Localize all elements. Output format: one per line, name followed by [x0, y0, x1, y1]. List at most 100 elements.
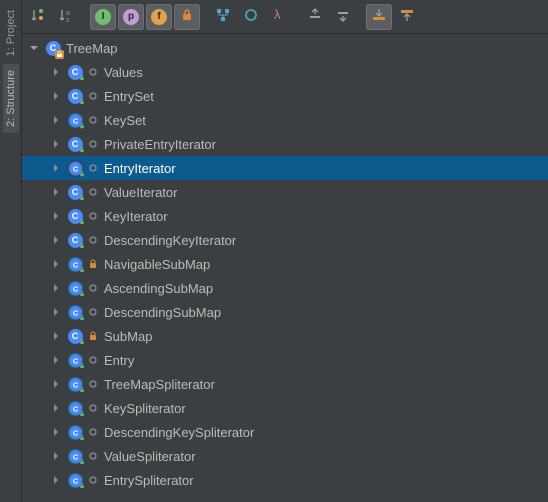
class-icon: C — [66, 63, 84, 81]
toolbar-show-properties[interactable]: p — [118, 4, 144, 30]
tree-node[interactable]: C EntryIterator — [22, 156, 548, 180]
tree-root[interactable]: CTreeMap — [22, 36, 548, 60]
expand-arrow-icon[interactable] — [48, 280, 64, 296]
tree-node[interactable]: C ValueIterator — [22, 180, 548, 204]
sidebar-tab-structure[interactable]: 2: Structure — [3, 64, 19, 133]
expand-arrow-icon[interactable] — [48, 112, 64, 128]
visibility-icon — [88, 379, 98, 389]
toolbar-expand-all[interactable] — [302, 4, 328, 30]
class-icon: C — [66, 303, 84, 321]
tree-node[interactable]: CKeySpliterator — [22, 396, 548, 420]
collapse-all-icon — [335, 7, 351, 26]
tree-node-label: ValueIterator — [104, 185, 177, 200]
svg-text:a: a — [66, 10, 70, 17]
visibility-icon — [88, 163, 98, 173]
tree-node[interactable]: CEntry — [22, 348, 548, 372]
show-properties-icon: p — [123, 9, 139, 25]
class-icon: C — [66, 183, 84, 201]
toolbar-show-inherited[interactable] — [210, 4, 236, 30]
visibility-icon — [88, 307, 98, 317]
tree-node[interactable]: CValueSpliterator — [22, 444, 548, 468]
tree-node-label: PrivateEntryIterator — [104, 137, 216, 152]
toolbar-show-anonymous[interactable] — [238, 4, 264, 30]
toolbar-show-interfaces[interactable]: I — [90, 4, 116, 30]
tree-node-label: Values — [104, 65, 143, 80]
class-icon: C — [66, 471, 84, 489]
expand-arrow-icon[interactable] — [48, 376, 64, 392]
visibility-icon — [88, 403, 98, 413]
show-lambda-icon: λ — [271, 7, 287, 26]
sort-alpha-icon: az — [59, 7, 75, 26]
svg-text:z: z — [66, 17, 70, 23]
tree-node[interactable]: CNavigableSubMap — [22, 252, 548, 276]
tree-node[interactable]: C DescendingKeySpliterator — [22, 420, 548, 444]
visibility-icon — [88, 355, 98, 365]
expand-arrow-icon[interactable] — [48, 184, 64, 200]
structure-tree[interactable]: CTreeMapCValuesCEntrySetCKeySetCPrivateE… — [22, 34, 548, 502]
tool-window-sidebar: 1: Project 2: Structure — [0, 0, 22, 502]
tree-node-label: EntryIterator — [104, 161, 176, 176]
class-icon: C — [66, 207, 84, 225]
visibility-icon — [88, 475, 98, 485]
toolbar-show-fields[interactable]: f — [146, 4, 172, 30]
visibility-icon — [88, 451, 98, 461]
class-icon: C — [66, 159, 84, 177]
toolbar-autoscroll-from[interactable] — [394, 4, 420, 30]
tree-node[interactable]: CAscendingSubMap — [22, 276, 548, 300]
structure-toolbar: az Ipf λ — [22, 0, 548, 34]
expand-arrow-icon[interactable] — [48, 400, 64, 416]
tree-node-label: KeySet — [104, 113, 146, 128]
class-icon: C — [66, 111, 84, 129]
class-icon: C — [66, 87, 84, 105]
tree-node[interactable]: C EntrySpliterator — [22, 468, 548, 492]
tree-node[interactable]: C KeySet — [22, 108, 548, 132]
expand-arrow-icon[interactable] — [26, 40, 42, 56]
expand-arrow-icon[interactable] — [48, 232, 64, 248]
class-icon: C — [66, 423, 84, 441]
visibility-icon — [88, 283, 98, 293]
svg-text:λ: λ — [274, 7, 281, 22]
visibility-icon — [88, 235, 98, 245]
tree-node[interactable]: CDescendingKeyIterator — [22, 228, 548, 252]
toolbar-collapse-all[interactable] — [330, 4, 356, 30]
tree-node[interactable]: C KeyIterator — [22, 204, 548, 228]
tree-node[interactable]: CPrivateEntryIterator — [22, 132, 548, 156]
expand-arrow-icon[interactable] — [48, 424, 64, 440]
expand-arrow-icon[interactable] — [48, 472, 64, 488]
autoscroll-source-icon — [371, 7, 387, 26]
tree-node-label: EntrySpliterator — [104, 473, 194, 488]
sidebar-tab-label: 1: Project — [5, 10, 17, 56]
expand-arrow-icon[interactable] — [48, 208, 64, 224]
tree-node[interactable]: CSubMap — [22, 324, 548, 348]
visibility-icon — [88, 91, 98, 101]
class-icon: C — [66, 351, 84, 369]
structure-panel: azIpfλ CTreeMapCValuesCEntrySetCKeySetCP… — [22, 0, 548, 502]
visibility-icon — [88, 115, 98, 125]
toolbar-show-locks[interactable] — [174, 4, 200, 30]
show-inherited-icon — [215, 7, 231, 26]
expand-arrow-icon[interactable] — [48, 448, 64, 464]
tree-node-label: KeyIterator — [104, 209, 168, 224]
toolbar-autoscroll-source[interactable] — [366, 4, 392, 30]
sidebar-tab-project[interactable]: 1: Project — [3, 4, 19, 62]
expand-arrow-icon[interactable] — [48, 88, 64, 104]
tree-node[interactable]: CTreeMapSpliterator — [22, 372, 548, 396]
visibility-icon — [88, 67, 98, 77]
tree-node-label: DescendingKeySpliterator — [104, 425, 254, 440]
expand-arrow-icon[interactable] — [48, 64, 64, 80]
expand-arrow-icon[interactable] — [48, 136, 64, 152]
toolbar-sort-visibility[interactable] — [26, 4, 52, 30]
expand-arrow-icon[interactable] — [48, 256, 64, 272]
lock-icon — [88, 259, 98, 269]
class-icon: C — [66, 255, 84, 273]
toolbar-show-lambda[interactable]: λ — [266, 4, 292, 30]
expand-arrow-icon[interactable] — [48, 352, 64, 368]
toolbar-sort-alpha[interactable]: az — [54, 4, 80, 30]
expand-arrow-icon[interactable] — [48, 328, 64, 344]
expand-arrow-icon[interactable] — [48, 160, 64, 176]
tree-node[interactable]: CDescendingSubMap — [22, 300, 548, 324]
tree-node[interactable]: C Values — [22, 60, 548, 84]
tree-node[interactable]: CEntrySet — [22, 84, 548, 108]
expand-arrow-icon[interactable] — [48, 304, 64, 320]
tree-node-label: KeySpliterator — [104, 401, 186, 416]
